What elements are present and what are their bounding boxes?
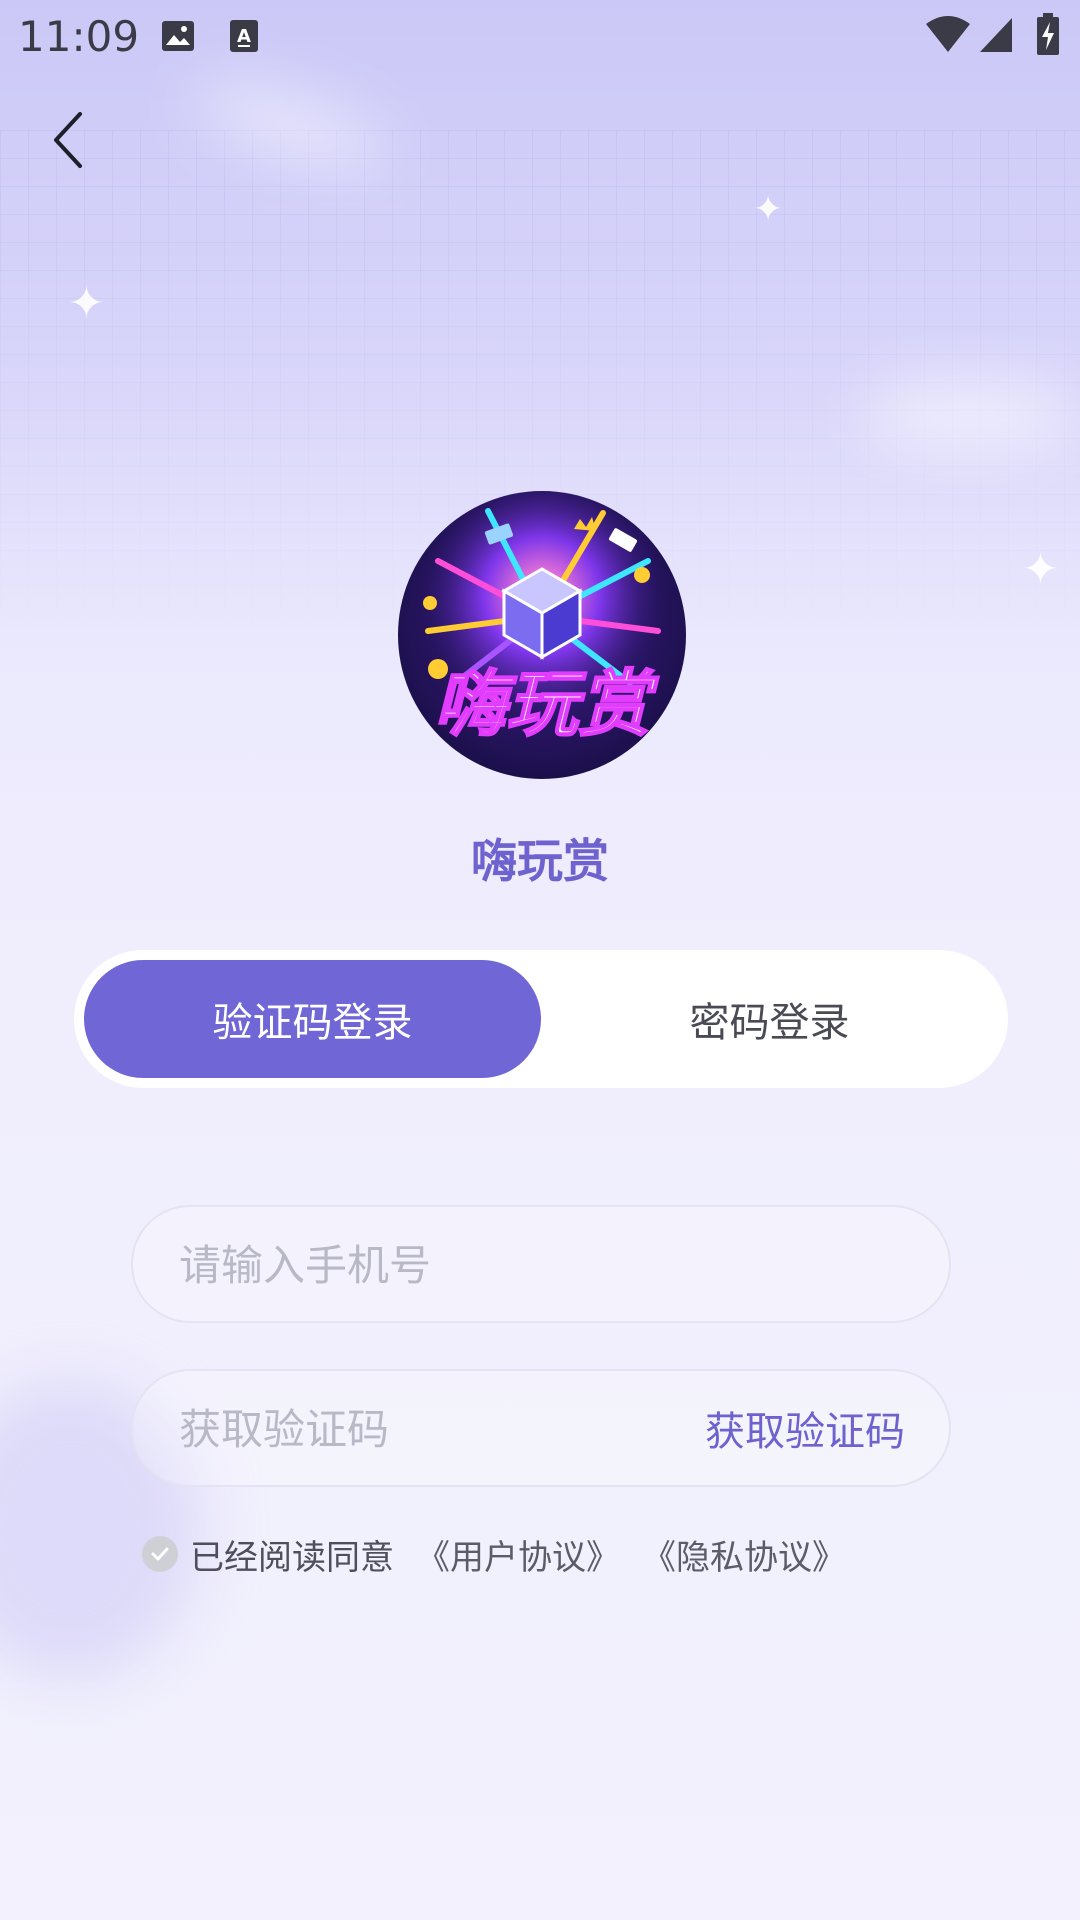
sparkle-icon: ✦	[1022, 544, 1059, 595]
svg-text:A: A	[237, 26, 251, 47]
app-name: 嗨玩赏	[471, 834, 609, 888]
agreement-prefix: 已经阅读同意	[190, 1537, 394, 1578]
verification-code-field: 获取验证码	[131, 1369, 951, 1487]
checkmark-icon	[151, 1547, 169, 1561]
sparkle-icon: ✦	[753, 189, 784, 230]
status-time: 11:09	[18, 12, 140, 61]
privacy-policy-link[interactable]: 《隐私协议》	[642, 1530, 846, 1579]
login-screen: ✦ ✦ ✦ 11:09 A 嗨玩赏 嗨玩赏 验证码登录 密码登录 请输入手机号 …	[0, 0, 1080, 1920]
chevron-left-icon	[54, 112, 82, 168]
phone-field	[131, 1205, 951, 1323]
verification-code-input[interactable]	[177, 1371, 741, 1487]
agreement-row: 已经阅读同意 《用户协议》 《隐私协议》	[142, 1534, 846, 1578]
get-code-button[interactable]: 获取验证码	[705, 1371, 905, 1485]
tab-sms-code-login[interactable]: 验证码登录	[84, 960, 541, 1078]
login-mode-tabs: 验证码登录 密码登录	[74, 950, 1008, 1088]
logo-text: 嗨玩赏	[434, 662, 659, 746]
text-input-icon: A	[228, 18, 260, 58]
status-bar: 11:09 A	[0, 0, 1080, 72]
image-icon	[160, 18, 196, 58]
back-button[interactable]	[40, 100, 100, 180]
sparkle-icon: ✦	[68, 278, 105, 329]
user-agreement-link[interactable]: 《用户协议》	[416, 1530, 620, 1579]
wifi-icon	[924, 14, 972, 58]
agreement-checkbox[interactable]	[142, 1536, 178, 1572]
battery-charging-icon	[1036, 12, 1060, 60]
tab-password-login[interactable]: 密码登录	[541, 960, 998, 1078]
signal-icon	[978, 14, 1014, 58]
app-logo: 嗨玩赏	[398, 491, 686, 779]
background-glow	[860, 380, 1080, 450]
phone-input[interactable]	[177, 1207, 741, 1323]
